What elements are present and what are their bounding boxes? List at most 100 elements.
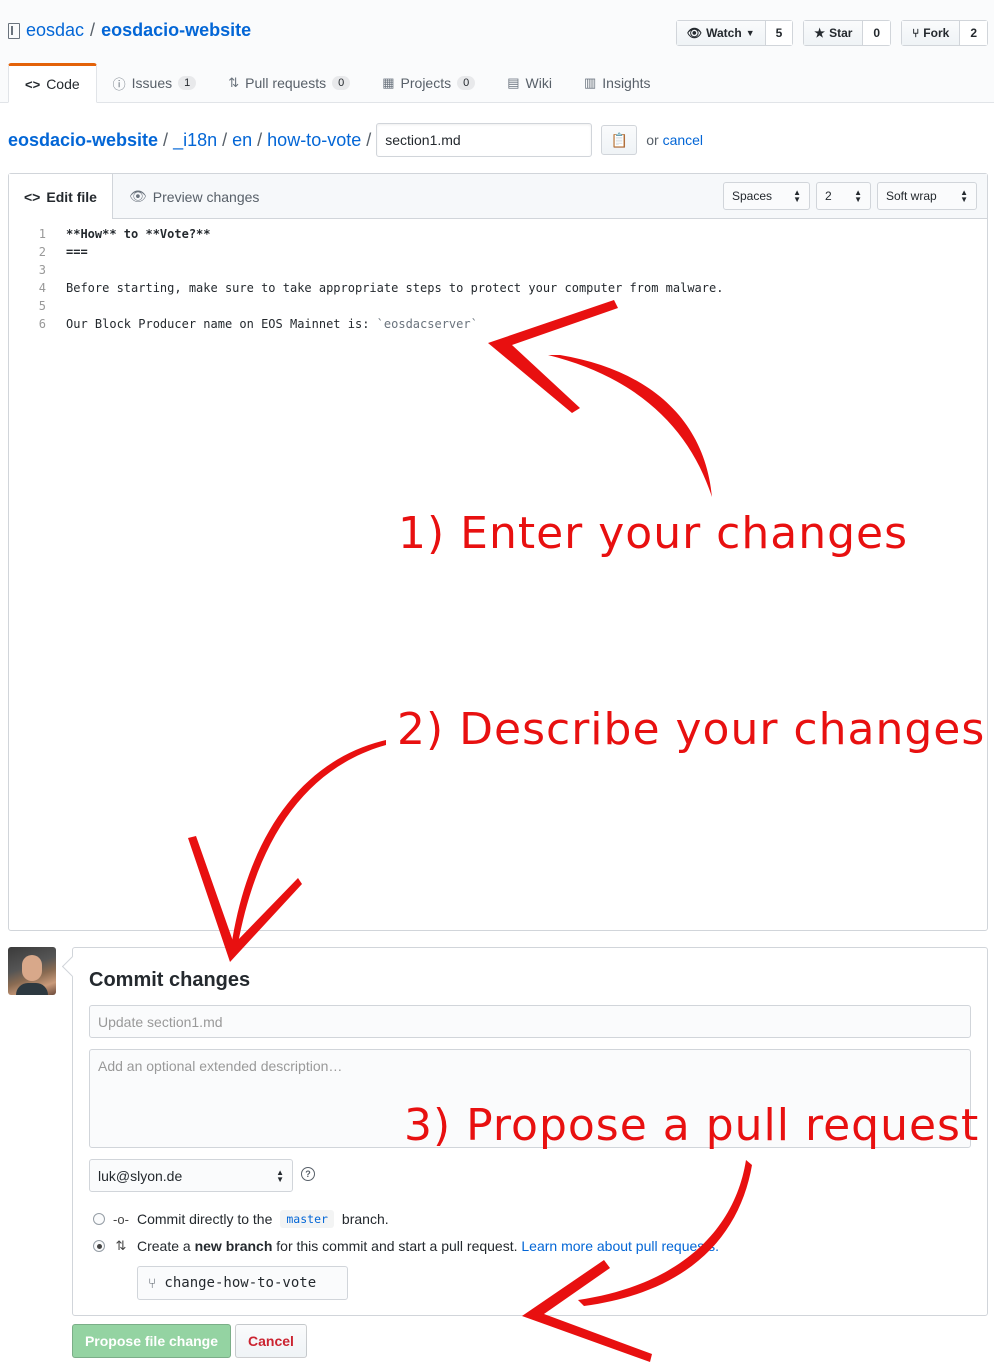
commit-direct-option[interactable]: -o- Commit directly to the master branch… <box>93 1210 389 1228</box>
watch-button[interactable]: 👁 Watch ▼ <box>676 21 766 45</box>
repo-name-link[interactable]: eosdacio-website <box>101 20 251 41</box>
code-line: 5 <box>9 297 987 315</box>
repo-header: eosdac / eosdacio-website 👁 Watch ▼ 5 ★ … <box>0 0 994 103</box>
git-commit-icon: -o- <box>113 1211 129 1227</box>
tab-issues-label: Issues <box>131 75 173 91</box>
new-branch-option[interactable]: ⇅ Create a new branch for this commit an… <box>93 1238 719 1254</box>
pull-requests-counter: 0 <box>332 76 351 90</box>
indent-size-select[interactable]: 2 ▲ ▼ <box>816 182 871 210</box>
repo-book-icon <box>8 22 20 39</box>
tab-edit-file[interactable]: <> Edit file <box>9 174 113 219</box>
tab-projects-label: Projects <box>400 75 452 91</box>
select-arrows-icon: ▲ ▼ <box>793 188 801 204</box>
watch-group: 👁 Watch ▼ 5 <box>675 20 794 46</box>
commit-direct-text: Commit directly to the <box>137 1211 273 1227</box>
git-pull-request-icon: ⇅ <box>115 1238 127 1253</box>
issue-icon: ⓘ <box>112 76 126 92</box>
indent-mode-select[interactable]: Spaces ▲ ▼ <box>723 182 810 210</box>
star-button[interactable]: ★ Star <box>804 21 864 45</box>
repo-nav: <> Code ⓘ Issues 1 ⇅ Pull requests 0 ▦ P… <box>8 63 667 103</box>
propose-file-change-button[interactable]: Propose file change <box>72 1324 231 1358</box>
annotation-step-3: 3) Propose a pull request <box>404 1100 980 1151</box>
line-text: Our Block Producer name on EOS Mainnet i… <box>66 317 377 331</box>
line-number: 3 <box>38 263 46 277</box>
question-icon[interactable]: ? <box>301 1167 315 1181</box>
editor-toolbar: <> Edit file 👁 Preview changes Spaces ▲ ▼… <box>9 174 987 219</box>
new-branch-radio[interactable] <box>93 1240 105 1252</box>
file-breadcrumb: eosdacio-website / _i18n / en / how-to-v… <box>8 123 703 157</box>
code-line: 1 **How** to **Vote?** <box>9 225 987 243</box>
new-branch-text-post: for this commit and start a pull request… <box>276 1238 518 1254</box>
tab-code[interactable]: <> Code <box>8 63 97 103</box>
email-value: luk@slyon.de <box>98 1167 183 1184</box>
commit-email-select[interactable]: luk@slyon.de ▲ ▼ <box>89 1159 293 1192</box>
clipboard-icon: 📋 <box>610 131 628 148</box>
fork-count[interactable]: 2 <box>960 21 987 45</box>
clipboard-button[interactable]: 📋 <box>601 125 638 155</box>
indent-size-value: 2 <box>825 189 832 203</box>
fork-label: Fork <box>923 26 950 40</box>
code-line: 6 Our Block Producer name on EOS Mainnet … <box>9 315 987 333</box>
breadcrumb-how-to-vote[interactable]: how-to-vote <box>267 130 361 151</box>
line-number: 6 <box>38 317 46 331</box>
master-branch-label: master <box>280 1210 334 1228</box>
indent-mode-value: Spaces <box>732 189 773 203</box>
breadcrumb-separator: / <box>366 129 372 150</box>
avatar <box>8 947 56 995</box>
issues-counter: 1 <box>178 76 197 90</box>
breadcrumb-en[interactable]: en <box>232 130 252 151</box>
breadcrumb-i18n[interactable]: _i18n <box>173 130 217 151</box>
commit-summary-input[interactable]: Update section1.md <box>89 1005 971 1038</box>
or-cancel: or cancel <box>646 132 703 148</box>
star-group: ★ Star 0 <box>803 20 892 46</box>
fork-button[interactable]: ⑂ Fork <box>902 21 961 45</box>
tab-edit-file-label: Edit file <box>46 188 97 205</box>
watch-count[interactable]: 5 <box>765 21 793 45</box>
commit-direct-radio[interactable] <box>93 1213 105 1225</box>
breadcrumb-separator: / <box>222 129 228 150</box>
book-icon: ▤ <box>507 75 520 90</box>
tab-pull-requests[interactable]: ⇅ Pull requests 0 <box>212 63 366 103</box>
graph-icon: ▥ <box>583 75 597 90</box>
branch-name-value: change-how-to-vote <box>164 1275 317 1291</box>
tab-projects[interactable]: ▦ Projects 0 <box>366 63 491 103</box>
star-label: Star <box>829 26 853 40</box>
tab-insights[interactable]: ▥ Insights <box>568 63 667 103</box>
new-branch-bold: new branch <box>194 1238 273 1254</box>
code-line: 4 Before starting, make sure to take appr… <box>9 279 987 297</box>
new-branch-text-pre: Create a <box>137 1238 191 1254</box>
line-number: 4 <box>38 281 46 295</box>
tab-issues[interactable]: ⓘ Issues 1 <box>97 63 213 103</box>
repo-title: eosdac / eosdacio-website <box>8 20 251 41</box>
cancel-button[interactable]: Cancel <box>235 1324 307 1358</box>
breadcrumb-root[interactable]: eosdacio-website <box>8 130 158 151</box>
fork-icon: ⑂ <box>912 26 920 40</box>
tab-preview-changes[interactable]: 👁 Preview changes <box>114 174 274 219</box>
tab-pull-requests-label: Pull requests <box>245 75 327 91</box>
learn-more-link[interactable]: Learn more about pull requests. <box>521 1238 719 1254</box>
line-content <box>46 297 66 315</box>
tab-wiki[interactable]: ▤ Wiki <box>491 63 568 103</box>
line-number: 5 <box>38 299 46 313</box>
eye-icon: 👁 <box>129 188 147 204</box>
code-icon: <> <box>25 76 41 92</box>
editor-options: Spaces ▲ ▼ 2 ▲ ▼ Soft wrap ▲ ▼ <box>723 182 977 210</box>
filename-input[interactable]: section1.md <box>376 123 593 157</box>
line-content <box>46 261 66 279</box>
breadcrumb-separator: / <box>163 129 169 150</box>
branch-name-input[interactable]: ⑂ change-how-to-vote <box>137 1266 348 1300</box>
cancel-link[interactable]: cancel <box>663 132 703 148</box>
select-arrows-icon: ▲ ▼ <box>960 188 968 204</box>
repo-owner-link[interactable]: eosdac <box>26 20 84 41</box>
annotation-step-2: 2) Describe your changes <box>397 704 986 755</box>
star-count[interactable]: 0 <box>863 21 891 45</box>
caret-down-icon: ▼ <box>745 28 755 38</box>
fork-group: ⑂ Fork 2 <box>901 20 988 46</box>
project-icon: ▦ <box>382 75 395 90</box>
wrap-mode-select[interactable]: Soft wrap ▲ ▼ <box>877 182 977 210</box>
eye-icon: 👁 <box>686 26 703 40</box>
commit-direct-text-end: branch. <box>341 1211 389 1227</box>
breadcrumb-separator: / <box>257 129 263 150</box>
code-area[interactable]: 1 **How** to **Vote?** 2 === 3 4 Before sta… <box>9 219 987 333</box>
line-content: Our Block Producer name on EOS Mainnet i… <box>46 315 478 333</box>
